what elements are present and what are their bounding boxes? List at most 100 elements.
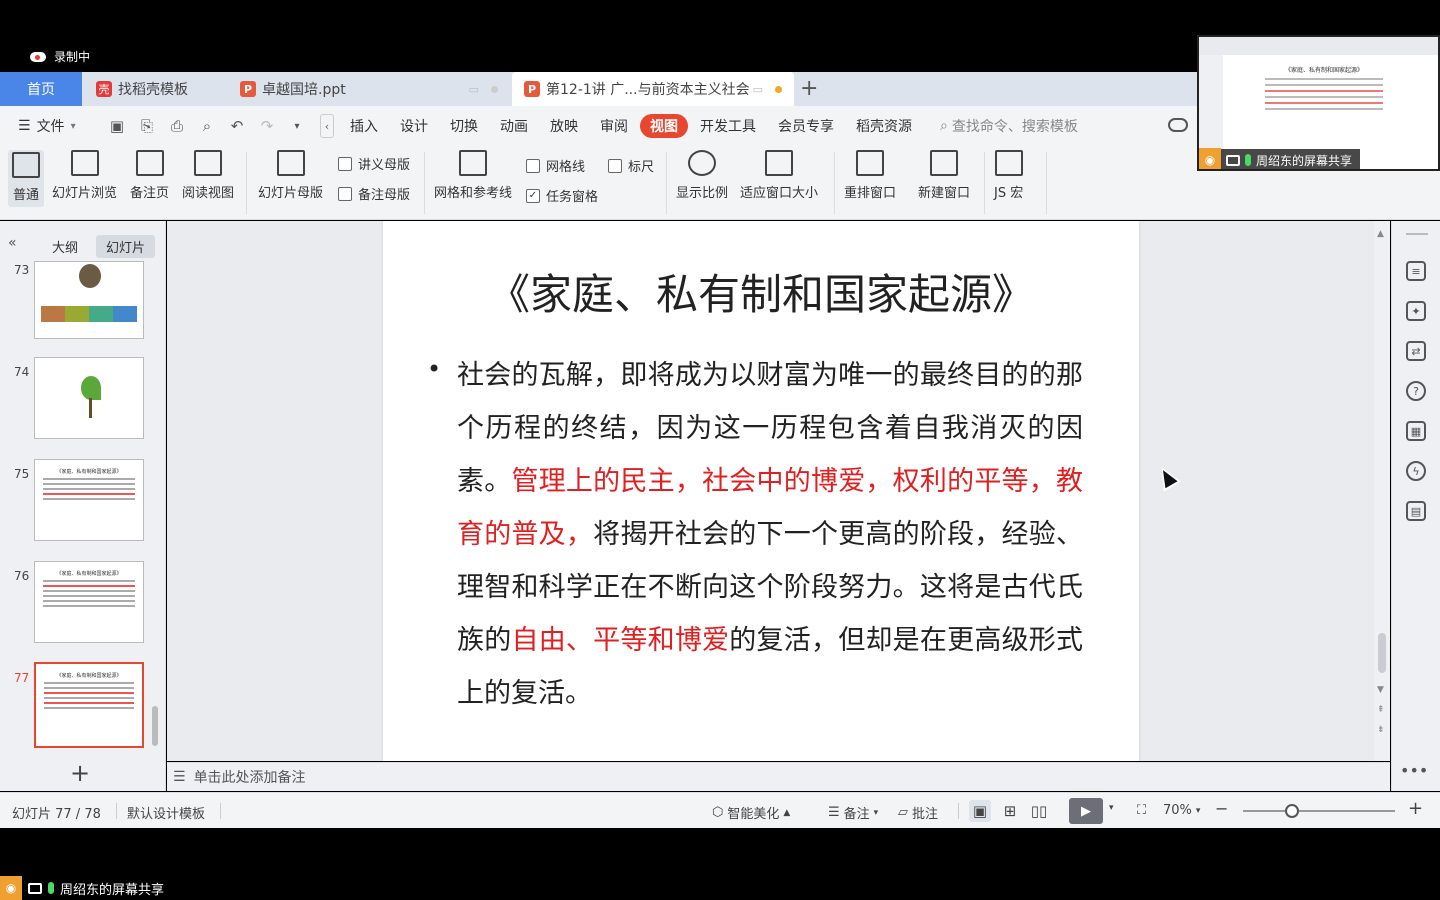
undo-icon[interactable]: ↶ xyxy=(228,117,246,135)
new-window-button[interactable]: 新建窗口 xyxy=(918,150,970,201)
print-icon[interactable]: ⎙ xyxy=(168,117,186,135)
pin-icon[interactable]: ✦ xyxy=(1406,301,1426,321)
tab-docer-templates[interactable]: 壳 找稻壳模板 xyxy=(84,72,224,106)
slide-thumbnail-73[interactable] xyxy=(34,261,144,339)
menu-member[interactable]: 会员专享 xyxy=(778,116,834,136)
reading-view-status-icon[interactable]: ▯▯ xyxy=(1028,800,1050,822)
redo-icon[interactable]: ↷ xyxy=(258,117,276,135)
help-icon[interactable]: ? xyxy=(1406,381,1426,401)
preview-line xyxy=(1265,84,1383,86)
command-search[interactable]: ⌕ 查找命令、搜索模板 xyxy=(940,116,1078,136)
next-slide-icon[interactable]: ⇟ xyxy=(1377,725,1385,735)
notes-master-button[interactable]: 备注母版 xyxy=(338,184,410,203)
notes-pane[interactable]: ☰ 单击此处添加备注 xyxy=(167,762,1390,791)
tab-ppt-active[interactable]: P 第12-1讲 广...与前资本主义社会 ▭ xyxy=(512,72,794,106)
menu-slideshow[interactable]: 放映 xyxy=(550,116,578,136)
customize-chevron-icon[interactable]: ▾ xyxy=(288,121,306,132)
play-options-chevron-icon[interactable]: ▾ xyxy=(1109,803,1114,813)
lightning-icon[interactable]: ϟ xyxy=(1406,461,1426,481)
menu-docer[interactable]: 稻壳资源 xyxy=(856,116,912,136)
add-slide-button[interactable]: + xyxy=(70,759,90,787)
task-pane-checkbox[interactable]: ✓ 任务窗格 xyxy=(526,186,598,205)
menu-transitions[interactable]: 切换 xyxy=(450,116,478,136)
ruler-checkbox[interactable]: 标尺 xyxy=(608,156,654,175)
slide-sorter-status-icon[interactable]: ⊞ xyxy=(999,800,1021,822)
more-icon[interactable]: ••• xyxy=(1400,761,1428,780)
zoom-slider-track[interactable] xyxy=(1243,810,1395,812)
menu-review[interactable]: 审阅 xyxy=(600,116,628,136)
slide-browse-button[interactable]: 幻灯片浏览 xyxy=(52,150,117,201)
current-slide[interactable]: 《家庭、私有制和国家起源》 • 社会的瓦解，即将成为以财富为唯一的最终目的的那个… xyxy=(383,221,1139,761)
panel-scrollbar[interactable] xyxy=(152,706,158,746)
vertical-scrollbar[interactable]: ▲ ▼ ⇞ ⇟ xyxy=(1374,221,1390,761)
tab-slides[interactable]: 幻灯片 xyxy=(96,235,156,258)
slide-thumbnail-76[interactable]: 《家庭、私有制和国家起源》 xyxy=(34,561,144,643)
arrange-windows-button[interactable]: 重排窗口 xyxy=(844,150,896,201)
handout-master-button[interactable]: 讲义母版 xyxy=(338,154,410,173)
normal-view-button[interactable]: 普通 xyxy=(8,150,44,207)
file-menu[interactable]: ☰ 文件 ▾ xyxy=(0,116,98,136)
notes-toggle-button[interactable]: ☰ 备注 ▾ xyxy=(828,803,878,822)
panel-tabs: « 大纲 幻灯片 xyxy=(0,233,166,259)
print-preview-icon[interactable]: ⌕ xyxy=(198,117,216,135)
js-macro-button[interactable]: JS 宏 xyxy=(994,150,1023,201)
zoom-slider-knob[interactable] xyxy=(1285,804,1299,818)
reading-icon[interactable]: ▤ xyxy=(1406,501,1426,521)
notes-page-button[interactable]: 备注页 xyxy=(130,150,169,201)
zoom-in-icon[interactable]: + xyxy=(1408,798,1423,819)
slide-body-text[interactable]: 社会的瓦解，即将成为以财富为唯一的最终目的的那个历程的终结，因为这一历程包含着自… xyxy=(457,349,1083,720)
notes-toggle-label: 备注 xyxy=(843,807,870,822)
slide-master-icon xyxy=(276,150,305,176)
slide-title[interactable]: 《家庭、私有制和国家起源》 xyxy=(383,261,1139,322)
tab-ppt-1[interactable]: P 卓越国培.ppt ▭ xyxy=(228,72,510,106)
screen-share-preview[interactable]: 《家庭、私有制和国家起源》 ◉ 周绍东的屏幕共享 xyxy=(1197,35,1440,171)
menu-developer[interactable]: 开发工具 xyxy=(700,116,756,136)
normal-view-status-icon[interactable]: ▣ xyxy=(969,800,991,822)
thumbnail-line xyxy=(44,702,134,704)
smart-beautify-button[interactable]: ⬡ 智能美化 ▲ xyxy=(712,803,790,822)
scroll-thumb[interactable] xyxy=(1378,633,1386,673)
zoom-out-icon[interactable]: − xyxy=(1215,799,1228,818)
zoom-button[interactable]: 显示比例 xyxy=(676,150,728,201)
menu-insert[interactable]: 插入 xyxy=(350,116,378,136)
slide-thumbnail-74[interactable] xyxy=(34,357,144,439)
slide-thumbnail-75[interactable]: 《家庭、私有制和国家起源》 xyxy=(34,459,144,541)
menu-animations[interactable]: 动画 xyxy=(500,116,528,136)
slide-thumbnail-77[interactable]: 《家庭、私有制和国家起源》 xyxy=(34,662,144,748)
properties-icon[interactable]: ≡ xyxy=(1406,261,1426,281)
fit-slide-icon[interactable]: ⛶ xyxy=(1137,803,1146,818)
collapse-ribbon-button[interactable]: ‹ xyxy=(320,114,334,138)
menu-design[interactable]: 设计 xyxy=(400,116,428,136)
menu-view[interactable]: 视图 xyxy=(640,114,688,138)
cloud-sync-icon[interactable] xyxy=(1168,118,1188,132)
add-tab-button[interactable]: + xyxy=(800,76,818,101)
reading-view-button[interactable]: 阅读视图 xyxy=(182,150,234,201)
scroll-up-icon[interactable]: ▲ xyxy=(1377,229,1384,239)
monitor-icon: ▭ xyxy=(468,83,479,96)
save-icon[interactable]: ▣ xyxy=(108,117,126,135)
tab-home[interactable]: 首页 xyxy=(0,72,82,106)
slide-master-label: 幻灯片母版 xyxy=(258,186,324,201)
collapse-panel-icon[interactable]: « xyxy=(8,235,17,251)
transition-icon[interactable]: ⇄ xyxy=(1406,341,1426,361)
image-tool-icon[interactable]: ▦ xyxy=(1406,421,1426,441)
export-pdf-icon[interactable]: ⎘ xyxy=(138,117,156,135)
design-template[interactable]: 默认设计模板 xyxy=(127,803,205,822)
slide-browse-label: 幻灯片浏览 xyxy=(52,186,118,201)
preview-slide-title: 《家庭、私有制和国家起源》 xyxy=(1284,67,1363,74)
thumbnail-line xyxy=(44,707,134,709)
play-slideshow-button[interactable]: ▶ xyxy=(1069,798,1103,824)
fit-window-label: 适应窗口大小 xyxy=(740,186,819,201)
prev-slide-icon[interactable]: ⇞ xyxy=(1377,705,1385,715)
grid-guides-button[interactable]: 网格和参考线 xyxy=(434,150,512,201)
fit-window-button[interactable]: 适应窗口大小 xyxy=(740,150,818,201)
comments-button[interactable]: ▱ 批注 xyxy=(898,803,938,822)
scroll-down-icon[interactable]: ▼ xyxy=(1377,685,1384,695)
gridlines-checkbox[interactable]: 网格线 xyxy=(526,156,585,175)
docer-icon: 壳 xyxy=(96,81,112,97)
book-icon xyxy=(194,150,222,176)
slide-number: 74 xyxy=(14,365,30,379)
tab-outline[interactable]: 大纲 xyxy=(42,235,88,258)
slide-master-button[interactable]: 幻灯片母版 xyxy=(258,150,323,201)
zoom-level-dropdown[interactable]: 70% ▾ xyxy=(1163,803,1200,818)
